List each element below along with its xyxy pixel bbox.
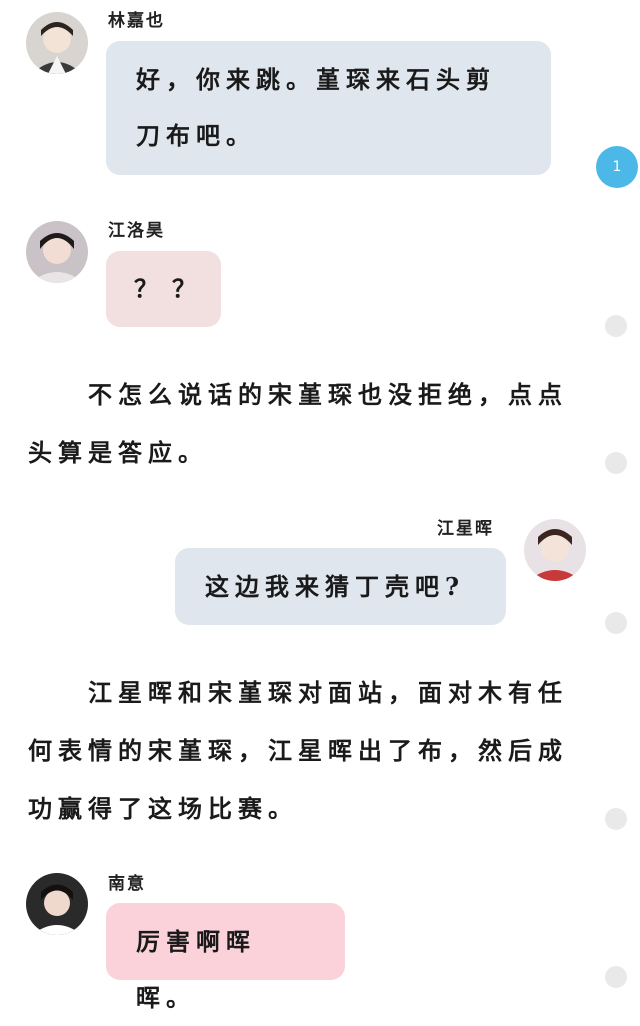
message-bubble[interactable]: 好，你来跳。堇琛来石头剪刀布吧。 <box>106 41 551 175</box>
narration-paragraph: 江星晖和宋堇琛对面站，面对木有任何表情的宋堇琛，江星晖出了布，然后成功赢得了这场… <box>28 664 588 838</box>
narration-paragraph: 不怎么说话的宋堇琛也没拒绝，点点头算是答应。 <box>28 366 588 482</box>
narration-text: 江星晖和宋堇琛对面站，面对木有任何表情的宋堇琛，江星晖出了布，然后成功赢得了这场… <box>28 678 568 823</box>
avatar-lin-jiaye[interactable] <box>26 12 88 74</box>
avatar-jiang-luohao[interactable] <box>26 221 88 283</box>
message-bubble[interactable]: 厉害啊晖晖。 <box>106 903 345 1012</box>
narration-text: 不怎么说话的宋堇琛也没拒绝，点点头算是答应。 <box>28 380 568 467</box>
sender-name: 江洛昊 <box>108 221 165 241</box>
scroll-indicator-dot <box>605 612 627 634</box>
avatar-jiang-xinghui[interactable] <box>524 519 586 581</box>
sender-name: 南意 <box>108 874 146 894</box>
message-bubble[interactable]: 这边我来猜丁壳吧? <box>175 548 506 625</box>
avatar-nan-yi[interactable] <box>26 873 88 935</box>
scroll-indicator-dot <box>605 452 627 474</box>
unread-count-badge[interactable]: 1 <box>596 146 638 188</box>
scroll-indicator-dot <box>605 315 627 337</box>
scroll-indicator-dot <box>605 808 627 830</box>
sender-name: 林嘉也 <box>108 11 165 31</box>
scroll-indicator-dot <box>605 966 627 988</box>
sender-name: 江星晖 <box>437 519 494 539</box>
message-bubble[interactable]: ？？ <box>106 251 221 327</box>
